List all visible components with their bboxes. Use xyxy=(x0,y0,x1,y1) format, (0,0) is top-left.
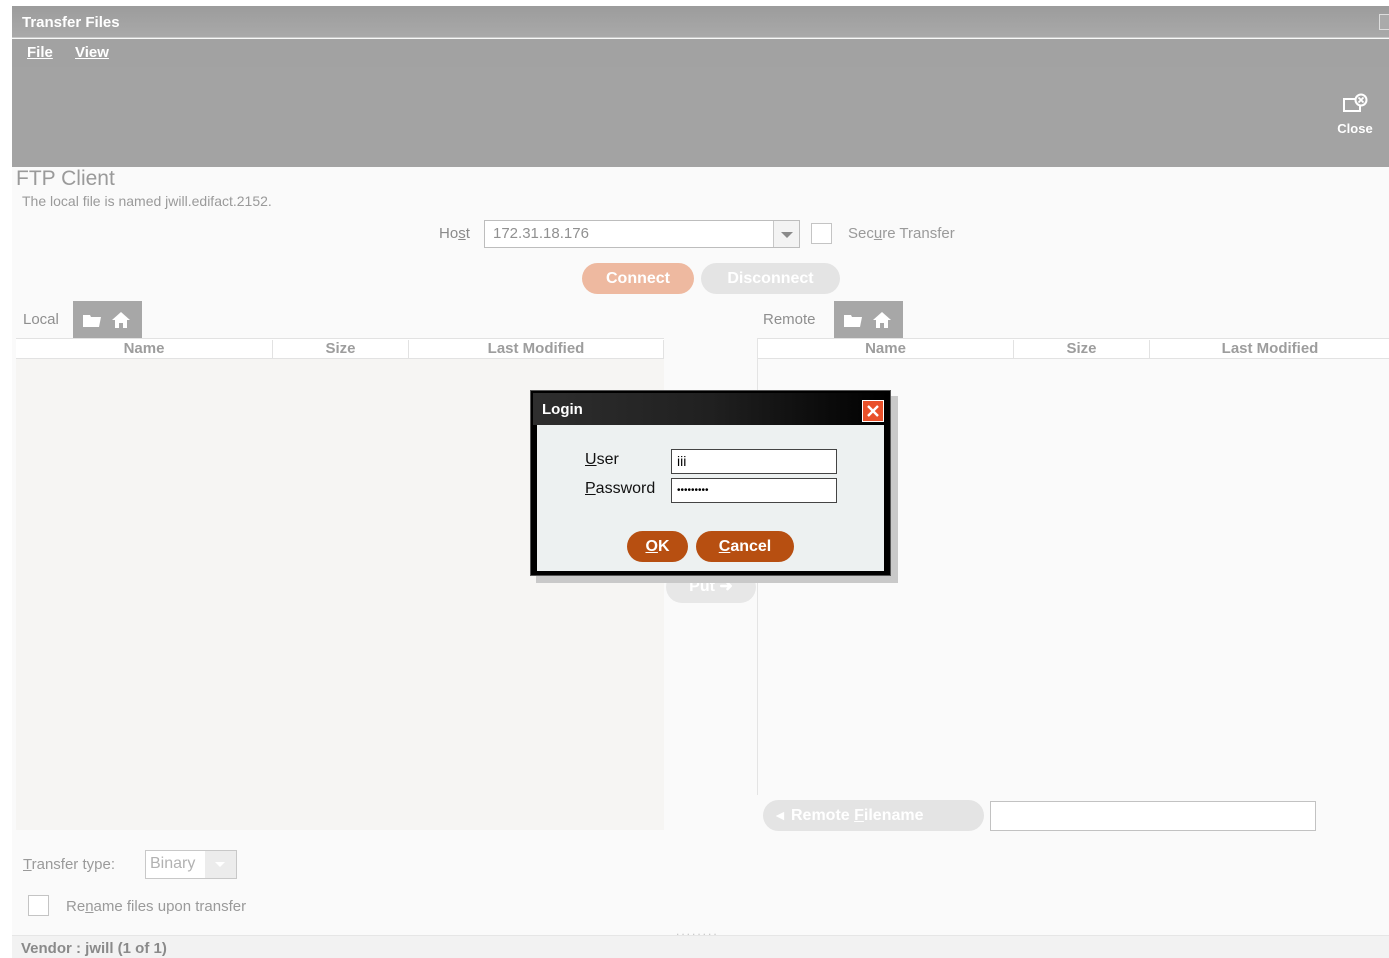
ok-rest: K xyxy=(657,538,670,555)
transfer-type-value: Binary xyxy=(150,855,196,872)
close-window-icon xyxy=(1343,93,1368,112)
host-label-b: t xyxy=(465,225,470,242)
rename-files-checkbox[interactable] xyxy=(28,895,49,916)
remote-filename-button[interactable]: ◄ Remote Filename xyxy=(763,800,984,831)
host-combobox[interactable]: 172.31.18.176 xyxy=(484,220,800,248)
rename-files-label: Rename files upon transfer xyxy=(66,898,246,915)
password-rest: assword xyxy=(595,480,656,497)
secure-label-a: Sec xyxy=(848,225,874,242)
host-value: 172.31.18.176 xyxy=(493,225,589,242)
remote-col-size[interactable]: Size xyxy=(1014,340,1150,359)
host-label: Host xyxy=(439,225,470,242)
chevron-down-icon[interactable] xyxy=(773,221,799,247)
local-col-name[interactable]: Name xyxy=(16,340,273,359)
status-bar: Vendor : jwill (1 of 1) xyxy=(12,935,1389,958)
window-restore-button[interactable] xyxy=(1379,14,1389,30)
password-mnemonic: P xyxy=(585,480,596,497)
menu-file[interactable]: File xyxy=(27,44,53,61)
cancel-mnemonic: C xyxy=(718,538,731,555)
user-rest: ser xyxy=(596,451,619,468)
cancel-rest: ancel xyxy=(730,538,772,555)
local-label: Local xyxy=(23,311,59,328)
cancel-button[interactable]: Cancel xyxy=(696,531,794,562)
password-label: Password xyxy=(585,480,655,498)
remote-fn-mnemonic: F xyxy=(854,807,864,824)
title-bar: Transfer Files xyxy=(12,6,1389,38)
close-button[interactable]: Close xyxy=(1335,93,1375,136)
ok-mnemonic: O xyxy=(645,538,658,555)
ok-button[interactable]: OK xyxy=(627,531,688,562)
user-field[interactable]: iii xyxy=(671,449,837,474)
home-icon[interactable] xyxy=(872,311,892,329)
dialog-close-icon[interactable] xyxy=(862,400,884,422)
user-mnemonic: U xyxy=(585,451,597,468)
disconnect-button[interactable]: Disconnect xyxy=(701,263,840,294)
toolbar: Close xyxy=(12,67,1389,167)
remote-fn-b: ilename xyxy=(863,807,924,824)
arrow-left-icon: ◄ xyxy=(773,807,787,823)
page-title: FTP Client xyxy=(16,167,115,190)
secure-transfer-label: Secure Transfer xyxy=(848,225,955,242)
close-button-label: Close xyxy=(1337,121,1373,136)
connect-button[interactable]: Connect xyxy=(582,263,694,294)
user-label: User xyxy=(585,451,619,469)
login-title: Login xyxy=(542,401,583,418)
local-col-last-modified[interactable]: Last Modified xyxy=(409,340,664,359)
remote-toolbar xyxy=(834,301,903,339)
remote-filename-input[interactable] xyxy=(990,801,1316,831)
window-title: Transfer Files xyxy=(22,14,120,31)
menu-file-label: File xyxy=(27,44,53,61)
remote-table-header: Name Size Last Modified xyxy=(758,338,1389,359)
host-label-a: Ho xyxy=(439,225,459,242)
tt-rest: ransfer type: xyxy=(31,856,115,873)
transfer-type-label: Transfer type: xyxy=(23,856,115,873)
login-title-bar[interactable]: Login xyxy=(533,393,888,425)
local-col-size[interactable]: Size xyxy=(273,340,409,359)
secure-transfer-checkbox[interactable] xyxy=(811,223,832,244)
remote-fn-a: Remote xyxy=(791,807,855,824)
page-subtitle: The local file is named jwill.edifact.21… xyxy=(22,193,272,209)
secure-label-b: re Transfer xyxy=(882,225,955,242)
menu-view[interactable]: View xyxy=(75,44,109,61)
transfer-type-select[interactable]: Binary xyxy=(145,850,237,879)
local-table-header: Name Size Last Modified xyxy=(16,338,664,359)
password-field[interactable]: ••••••••• xyxy=(671,478,837,503)
local-toolbar xyxy=(73,301,142,339)
host-label-mnemonic: s xyxy=(458,225,466,242)
chevron-down-icon[interactable] xyxy=(205,851,236,878)
rename-b: ame files upon transfer xyxy=(93,898,247,915)
remote-col-name[interactable]: Name xyxy=(758,340,1014,359)
tt-mnemonic: T xyxy=(23,856,32,873)
remote-col-last-modified[interactable]: Last Modified xyxy=(1150,340,1389,359)
remote-label: Remote xyxy=(763,311,816,328)
rename-a: Re xyxy=(66,898,86,915)
status-text: Vendor : jwill (1 of 1) xyxy=(21,940,167,957)
secure-label-mnemonic: u xyxy=(873,225,883,242)
open-folder-icon[interactable] xyxy=(843,311,863,329)
open-folder-icon[interactable] xyxy=(82,311,102,329)
menu-view-label: View xyxy=(75,44,109,61)
home-icon[interactable] xyxy=(111,311,131,329)
rename-mnemonic: n xyxy=(85,898,94,915)
menu-bar: File View xyxy=(12,39,1389,67)
